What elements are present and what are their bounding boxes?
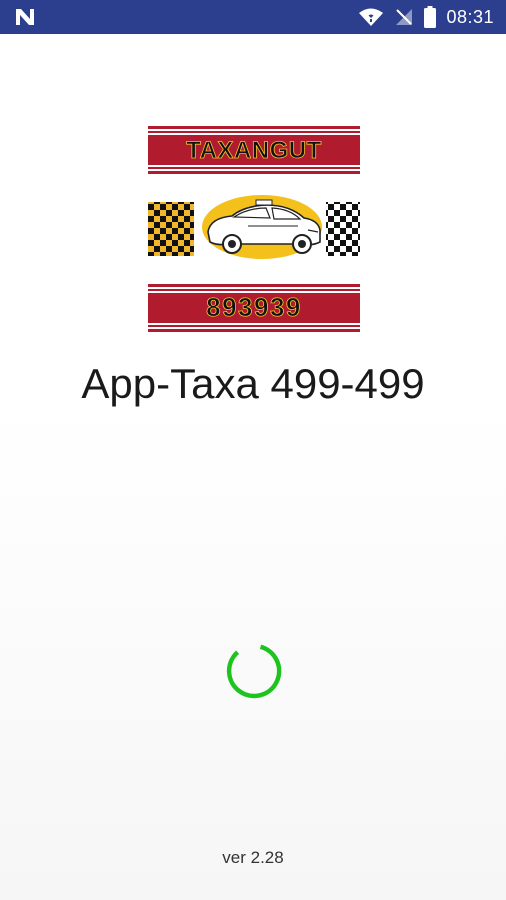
app-logo: TAXANGUT 893939	[148, 126, 360, 332]
battery-icon	[424, 6, 437, 28]
logo-bottom-text: 893939	[206, 292, 302, 322]
n-icon	[14, 7, 36, 27]
logo-top-text: TAXANGUT	[186, 137, 322, 164]
status-bar: 08:31	[0, 0, 506, 34]
status-time: 08:31	[446, 6, 494, 27]
version-label: ver 2.28	[222, 848, 284, 867]
no-signal-icon	[394, 7, 414, 27]
wifi-icon	[358, 7, 384, 27]
loading-spinner-icon	[224, 641, 284, 701]
app-title: App-Taxa 499-499	[81, 360, 425, 407]
status-icons: 08:31	[358, 0, 494, 34]
